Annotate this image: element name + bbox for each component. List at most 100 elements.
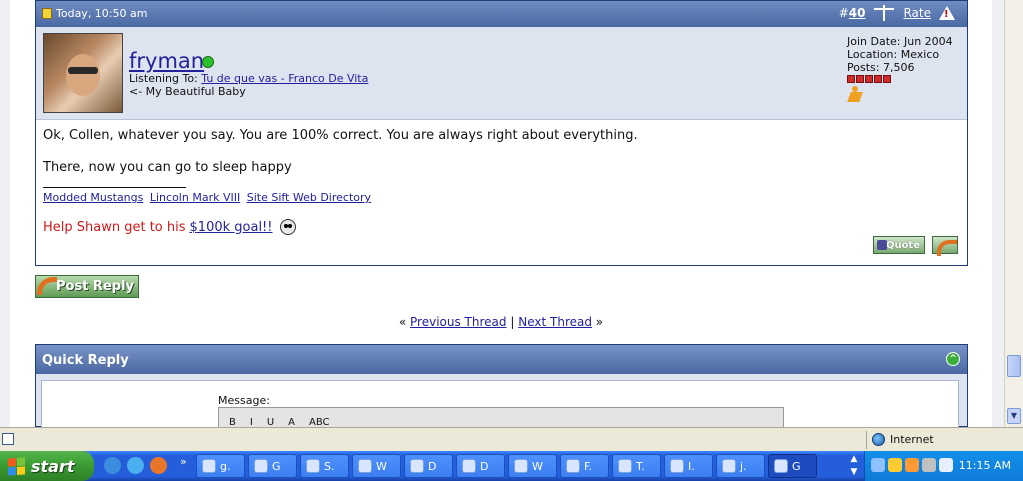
globe-icon bbox=[872, 433, 885, 446]
mail-icon[interactable] bbox=[939, 458, 953, 472]
aim-icon[interactable] bbox=[847, 86, 863, 102]
windows-logo-icon bbox=[8, 456, 25, 476]
reputation-pip bbox=[883, 75, 891, 83]
task-button[interactable]: W bbox=[508, 454, 557, 478]
message-line: Ok, Collen, whatever you say. You are 10… bbox=[43, 128, 638, 143]
font-color-button[interactable]: A bbox=[288, 417, 295, 427]
post-reply-button[interactable]: Post Reply bbox=[35, 275, 139, 298]
taskbar-scroll-arrows[interactable]: ▲ ▼ bbox=[847, 453, 861, 479]
post-header-actions: #40 Rate ! bbox=[839, 5, 955, 21]
task-buttons: g. G S. W D D W F. T. I. j. G bbox=[196, 454, 817, 478]
editor-toolbar: B I U A ABC bbox=[218, 407, 784, 427]
post-number-link[interactable]: 40 bbox=[849, 6, 866, 20]
browser-viewport: Today, 10:50 am #40 Rate ! fryman Listen… bbox=[0, 0, 1023, 427]
signature-divider bbox=[43, 187, 186, 188]
status-divider bbox=[866, 431, 867, 449]
listening-to: Listening To: Tu de que vas - Franco De … bbox=[129, 72, 368, 85]
vertical-scrollbar[interactable]: ▼ bbox=[1004, 0, 1023, 427]
task-button[interactable]: W bbox=[352, 454, 401, 478]
location: Location: Mexico bbox=[847, 48, 940, 61]
multiquote-button[interactable] bbox=[932, 236, 958, 256]
post-date: Today, 10:50 am bbox=[42, 7, 147, 20]
signature-link[interactable]: Site Sift Web Directory bbox=[247, 191, 371, 204]
previous-thread-link[interactable]: Previous Thread bbox=[410, 315, 507, 329]
task-button[interactable]: D bbox=[456, 454, 505, 478]
task-button[interactable]: F. bbox=[560, 454, 609, 478]
quick-reply-title: Quick Reply bbox=[42, 353, 129, 368]
clock: 11:15 AM bbox=[958, 459, 1011, 472]
avatar[interactable] bbox=[43, 33, 123, 113]
start-button[interactable]: start bbox=[0, 451, 94, 481]
security-zone: Internet bbox=[872, 433, 934, 446]
post-number-prefix: # bbox=[838, 6, 849, 20]
quick-reply-header: Quick Reply ^ bbox=[36, 345, 967, 374]
task-button[interactable]: j. bbox=[716, 454, 765, 478]
task-button[interactable]: I. bbox=[664, 454, 713, 478]
thread-navigation: « Previous Thread | Next Thread » bbox=[10, 315, 992, 329]
scroll-down-icon[interactable]: ▼ bbox=[1007, 408, 1021, 424]
task-button[interactable]: T. bbox=[612, 454, 661, 478]
taskbar: start » g. G S. W D D W F. T. I. j. G ▲ ▼… bbox=[0, 451, 1023, 481]
task-button[interactable]: S. bbox=[300, 454, 349, 478]
task-label: W bbox=[532, 459, 543, 473]
online-status-icon bbox=[202, 56, 214, 68]
task-button-active[interactable]: G bbox=[768, 454, 817, 478]
network-icon[interactable] bbox=[922, 458, 936, 472]
listening-song-link[interactable]: Tu de que vas - Franco De Vita bbox=[201, 72, 368, 85]
avatar-face bbox=[66, 54, 100, 96]
quicklaunch-more[interactable]: » bbox=[180, 455, 187, 468]
forum-content: Today, 10:50 am #40 Rate ! fryman Listen… bbox=[10, 0, 992, 427]
task-button[interactable]: D bbox=[404, 454, 453, 478]
post-icon bbox=[42, 8, 52, 19]
rate-link[interactable]: Rate bbox=[903, 6, 931, 20]
avatar-sunglasses bbox=[68, 67, 98, 74]
next-thread-link[interactable]: Next Thread bbox=[518, 315, 592, 329]
browser-statusbar: Internet bbox=[0, 427, 1023, 451]
tray-arrow-icon[interactable] bbox=[871, 458, 885, 472]
task-label: F. bbox=[584, 459, 593, 473]
reputation-scale-icon[interactable] bbox=[873, 5, 895, 21]
warn-mark: ! bbox=[944, 9, 949, 20]
quote-icon bbox=[877, 240, 887, 250]
username-link[interactable]: fryman bbox=[129, 49, 204, 73]
page-status-icon bbox=[2, 433, 14, 445]
collapse-icon[interactable]: ^ bbox=[946, 352, 960, 366]
smiley-icon[interactable] bbox=[905, 458, 919, 472]
task-button[interactable]: g. bbox=[196, 454, 245, 478]
quote-button[interactable]: Quote bbox=[873, 236, 925, 254]
help-goal-link[interactable]: $100k goal!! bbox=[190, 220, 273, 235]
reputation-pip bbox=[856, 75, 864, 83]
quote-label: Quote bbox=[885, 239, 920, 251]
post-reply-label: Post Reply bbox=[56, 279, 134, 294]
task-icon bbox=[202, 459, 216, 473]
task-icon bbox=[358, 459, 372, 473]
reply-arrow-icon bbox=[37, 277, 57, 295]
quicklaunch-icon[interactable] bbox=[104, 457, 121, 474]
shield-icon[interactable] bbox=[888, 458, 902, 472]
join-date: Join Date: Jun 2004 bbox=[847, 35, 953, 48]
task-label: I. bbox=[688, 459, 695, 473]
message-label: Message: bbox=[218, 394, 270, 407]
task-button[interactable]: G bbox=[248, 454, 297, 478]
post-date-text: Today, 10:50 am bbox=[56, 7, 148, 20]
underline-button[interactable]: U bbox=[267, 417, 274, 427]
report-post-icon[interactable]: ! bbox=[939, 6, 955, 20]
italic-button[interactable]: I bbox=[250, 417, 253, 427]
forum-post: Today, 10:50 am #40 Rate ! fryman Listen… bbox=[35, 0, 968, 266]
quick-reply-panel: Quick Reply ^ Message: B I U A ABC bbox=[35, 344, 968, 427]
shocked-smiley-icon bbox=[280, 219, 297, 235]
ie-icon[interactable] bbox=[127, 457, 144, 474]
listening-label: Listening To: bbox=[129, 72, 198, 85]
post-count: Posts: 7,506 bbox=[847, 61, 915, 74]
bold-button[interactable]: B bbox=[229, 417, 236, 427]
task-icon bbox=[618, 459, 632, 473]
task-label: g. bbox=[220, 459, 231, 473]
task-icon bbox=[462, 459, 476, 473]
task-icon bbox=[722, 459, 736, 473]
signature-link[interactable]: Lincoln Mark VIII bbox=[150, 191, 240, 204]
firefox-icon[interactable] bbox=[150, 457, 167, 474]
signature-link[interactable]: Modded Mustangs bbox=[43, 191, 143, 204]
task-icon bbox=[306, 459, 320, 473]
spellcheck-button[interactable]: ABC bbox=[309, 417, 330, 427]
scrollbar-thumb[interactable] bbox=[1007, 355, 1021, 377]
